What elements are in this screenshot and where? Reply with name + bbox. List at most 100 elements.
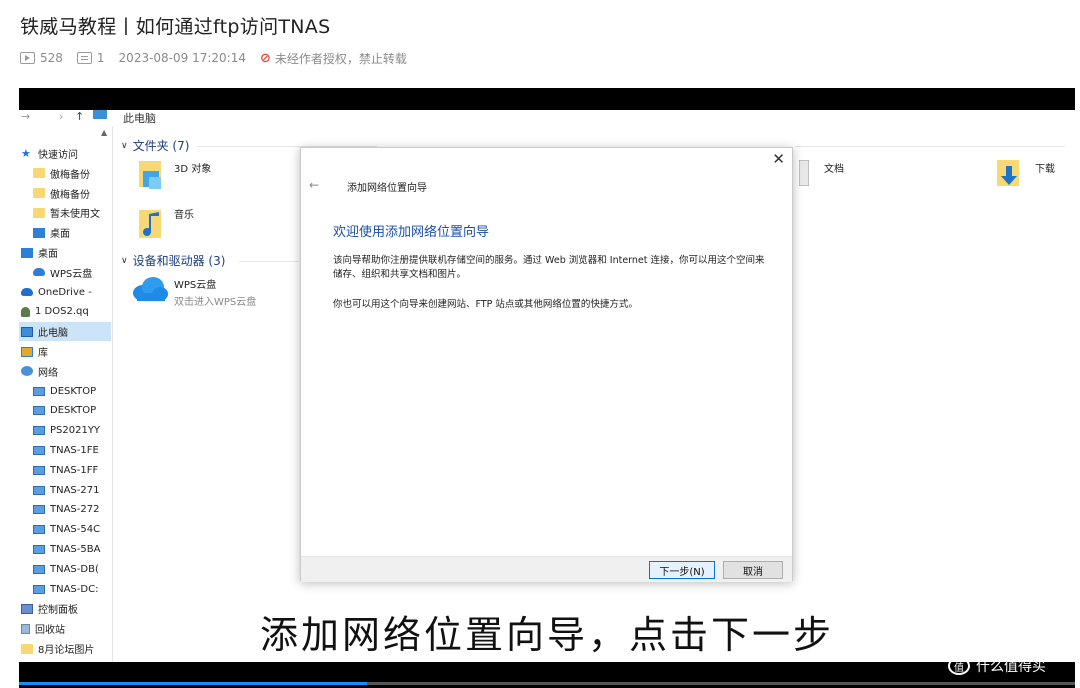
wps-cloud-drive-subtitle: 双击进入WPS云盘 xyxy=(174,297,257,308)
sidebar-item[interactable]: 桌面 xyxy=(19,223,111,242)
comment-count[interactable]: 1 xyxy=(97,51,105,65)
wps-cloud-drive-icon[interactable] xyxy=(131,276,169,302)
sidebar-item[interactable]: TNAS-54C xyxy=(19,520,111,539)
folder-downloads-icon[interactable] xyxy=(995,156,1025,190)
dialog-description: 该向导帮助你注册提供联机存储空间的服务。通过 Web 浏览器和 Internet… xyxy=(333,255,765,280)
sidebar-item-label: 1 DOS2.qq xyxy=(35,306,89,318)
sidebar-item[interactable]: 暂未使用文 xyxy=(19,203,111,222)
article-title: 铁威马教程丨如何通过ftp访问TNAS xyxy=(20,16,331,38)
sidebar-item[interactable]: PS2021YY xyxy=(19,421,111,440)
monitor-icon xyxy=(33,465,45,475)
monitor-icon xyxy=(33,446,45,455)
this-pc-icon xyxy=(93,110,107,119)
wps-cloud-drive-tile[interactable]: WPS云盘 双击进入WPS云盘 xyxy=(174,276,256,308)
back-arrow-icon[interactable]: ← xyxy=(309,178,319,192)
monitor-icon xyxy=(33,406,45,416)
cloud-icon xyxy=(33,268,45,277)
watermark-text: 什么值得买 xyxy=(976,659,1046,675)
sidebar-item-label: 库 xyxy=(38,348,48,359)
sidebar-item[interactable]: TNAS-5BA xyxy=(19,540,111,559)
copyright-notice: 未经作者授权，禁止转载 xyxy=(274,51,407,66)
comment-icon[interactable] xyxy=(76,52,92,64)
sidebar-item-label: TNAS-DC: xyxy=(50,583,99,595)
video-subtitle: 添加网络位置向导，点击下一步 xyxy=(259,613,834,657)
close-icon[interactable]: ✕ xyxy=(772,150,785,168)
sidebar-item-label: TNAS-1FE xyxy=(50,445,99,456)
star-icon: ★ xyxy=(21,146,31,160)
folder-documents-label[interactable]: 文档 xyxy=(824,160,844,175)
devices-section-header[interactable]: ∨ 设备和驱动器 (3) xyxy=(121,252,225,269)
dialog-description-2: 你也可以用这个向导来创建网站、FTP 站点或其他网络位置的快捷方式。 xyxy=(333,299,638,310)
sidebar-item[interactable]: 傲梅备份 xyxy=(19,184,111,203)
sidebar-item[interactable]: ★ 快速访问 xyxy=(19,144,111,163)
sidebar-item[interactable]: WPS云盘 xyxy=(19,263,111,282)
progress-bar[interactable] xyxy=(19,682,367,685)
sidebar-item[interactable]: TNAS-DC: xyxy=(19,580,111,599)
sidebar-item[interactable]: 傲梅备份 xyxy=(19,164,111,183)
view-count: 528 xyxy=(40,51,63,65)
folder-music-icon[interactable] xyxy=(137,208,167,242)
chevron-down-icon: ∨ xyxy=(121,255,128,266)
sidebar-item[interactable]: 1 DOS2.qq xyxy=(19,302,111,321)
desktop-icon xyxy=(33,227,45,238)
monitor-icon xyxy=(33,525,45,535)
sidebar-item-label: DESKTOP xyxy=(50,385,97,397)
breadcrumb: 此电脑 xyxy=(123,112,156,125)
no-repost-icon: ⊘ xyxy=(260,50,271,66)
monitor-icon xyxy=(33,584,45,594)
sidebar-item[interactable]: TNAS-DB( xyxy=(19,560,111,579)
sidebar-item[interactable]: TNAS-271 xyxy=(19,481,111,500)
folder-icon xyxy=(33,188,45,199)
network-icon xyxy=(21,366,33,377)
sidebar-item-label: TNAS-271 xyxy=(50,484,100,496)
dialog-title: 添加网络位置向导 xyxy=(347,183,427,194)
sidebar-item[interactable]: OneDrive - xyxy=(19,283,111,302)
sidebar-item[interactable]: TNAS-1FF xyxy=(19,461,111,480)
folders-section-header[interactable]: ∨ 文件夹 (7) xyxy=(121,137,189,154)
sidebar-item-label: 桌面 xyxy=(38,249,58,260)
add-network-location-wizard: ✕ ← 添加网络位置向导 欢迎使用添加网络位置向导 该向导帮助你注册提供联机存储… xyxy=(300,147,793,582)
sidebar-item[interactable]: TNAS-272 xyxy=(19,500,111,519)
sidebar-item-label: TNAS-1FF xyxy=(50,464,99,476)
folder-documents-icon[interactable] xyxy=(798,159,810,187)
nav-forward-icon: › xyxy=(59,110,64,123)
smzdm-logo-icon: 值 xyxy=(948,657,970,675)
sidebar-item[interactable]: 库 xyxy=(19,342,111,361)
explorer-sidebar: ▲ ★ 快速访问 傲梅备份 傲梅备份 暂未使用文 桌面 桌面 WPS云盘 OneDrive -1… xyxy=(19,126,113,662)
next-button[interactable]: 下一步(N) xyxy=(649,561,715,579)
sidebar-item-label: TNAS-DB( xyxy=(50,563,99,575)
folder-3d-objects-icon[interactable] xyxy=(137,157,167,191)
monitor-icon xyxy=(33,545,45,554)
sidebar-item-label: 网络 xyxy=(38,367,58,379)
sidebar-item-label: TNAS-5BA xyxy=(50,544,101,555)
scroll-up-icon: ▲ xyxy=(101,128,108,137)
video-player[interactable]: → › ↑ 此电脑 ▲ ★ 快速访问 傲梅备份 傲梅备份 暂未使用文 桌面 桌面 WPS云盘 O… xyxy=(19,88,1075,688)
sidebar-item[interactable]: DESKTOP xyxy=(19,382,111,401)
folder-3d-objects-label[interactable]: 3D 对象 xyxy=(174,160,211,175)
sidebar-item-label: 此电脑 xyxy=(38,328,68,340)
wps-cloud-drive-name: WPS云盘 xyxy=(174,280,217,291)
publish-datetime: 2023-08-09 17:20:14 xyxy=(118,51,246,65)
site-watermark: 值 什么值得买 xyxy=(948,656,1046,676)
sidebar-item[interactable]: 此电脑 xyxy=(19,322,111,342)
folder-downloads-label[interactable]: 下载 xyxy=(1035,160,1055,175)
dialog-heading: 欢迎使用添加网络位置向导 xyxy=(333,225,490,240)
article-meta: 528 1 2023-08-09 17:20:14 ⊘ 未经作者授权，禁止转载 xyxy=(20,50,407,66)
sidebar-item-label: PS2021YY xyxy=(50,425,101,437)
sidebar-item[interactable]: 网络 xyxy=(19,362,111,381)
chevron-down-icon: ∨ xyxy=(121,140,128,151)
sidebar-item[interactable]: TNAS-1FE xyxy=(19,441,111,460)
sidebar-item-label: OneDrive - xyxy=(38,286,92,298)
sidebar-item-label: WPS云盘 xyxy=(50,268,93,280)
cancel-button[interactable]: 取消 xyxy=(723,561,783,579)
sidebar-item[interactable]: 桌面 xyxy=(19,243,111,262)
sidebar-item[interactable]: DESKTOP xyxy=(19,401,111,420)
sidebar-item-label: 桌面 xyxy=(50,229,70,241)
sidebar-item-label: TNAS-54C xyxy=(50,524,101,536)
nav-back-icon: → xyxy=(21,110,31,123)
sidebar-item-label: DESKTOP xyxy=(50,405,97,417)
progress-track[interactable] xyxy=(367,682,1075,685)
monitor-icon xyxy=(33,505,45,515)
folder-music-label[interactable]: 音乐 xyxy=(174,206,194,221)
computer-icon xyxy=(21,326,33,337)
